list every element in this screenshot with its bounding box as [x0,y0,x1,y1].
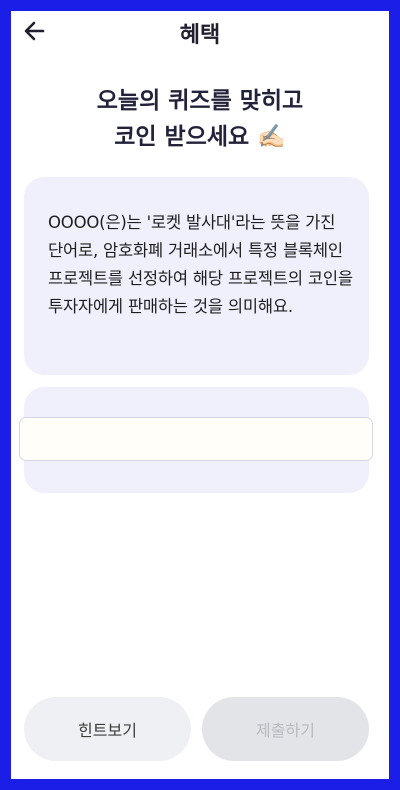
quiz-question-text: OOOO(은)는 '로켓 발사대'라는 뜻을 가진 단어로, 암호화폐 거래소에… [48,213,353,316]
hint-button[interactable]: 힌트보기 [24,697,191,761]
quiz-heading: 오늘의 퀴즈를 맞히고 코인 받으세요 ✍🏻 [11,83,389,155]
page-title: 혜택 [179,23,221,48]
quiz-heading-line2: 코인 받으세요 ✍🏻 [114,124,286,150]
app-screen: 혜택 오늘의 퀴즈를 맞히고 코인 받으세요 ✍🏻 OOOO(은)는 '로켓 발… [11,11,389,779]
submit-button[interactable]: 제출하기 [202,697,369,761]
quiz-question-card: OOOO(은)는 '로켓 발사대'라는 뜻을 가진 단어로, 암호화폐 거래소에… [24,177,369,375]
top-bar: 혜택 [11,11,389,51]
answer-input[interactable] [19,417,373,461]
quiz-heading-line1: 오늘의 퀴즈를 맞히고 [96,88,304,114]
